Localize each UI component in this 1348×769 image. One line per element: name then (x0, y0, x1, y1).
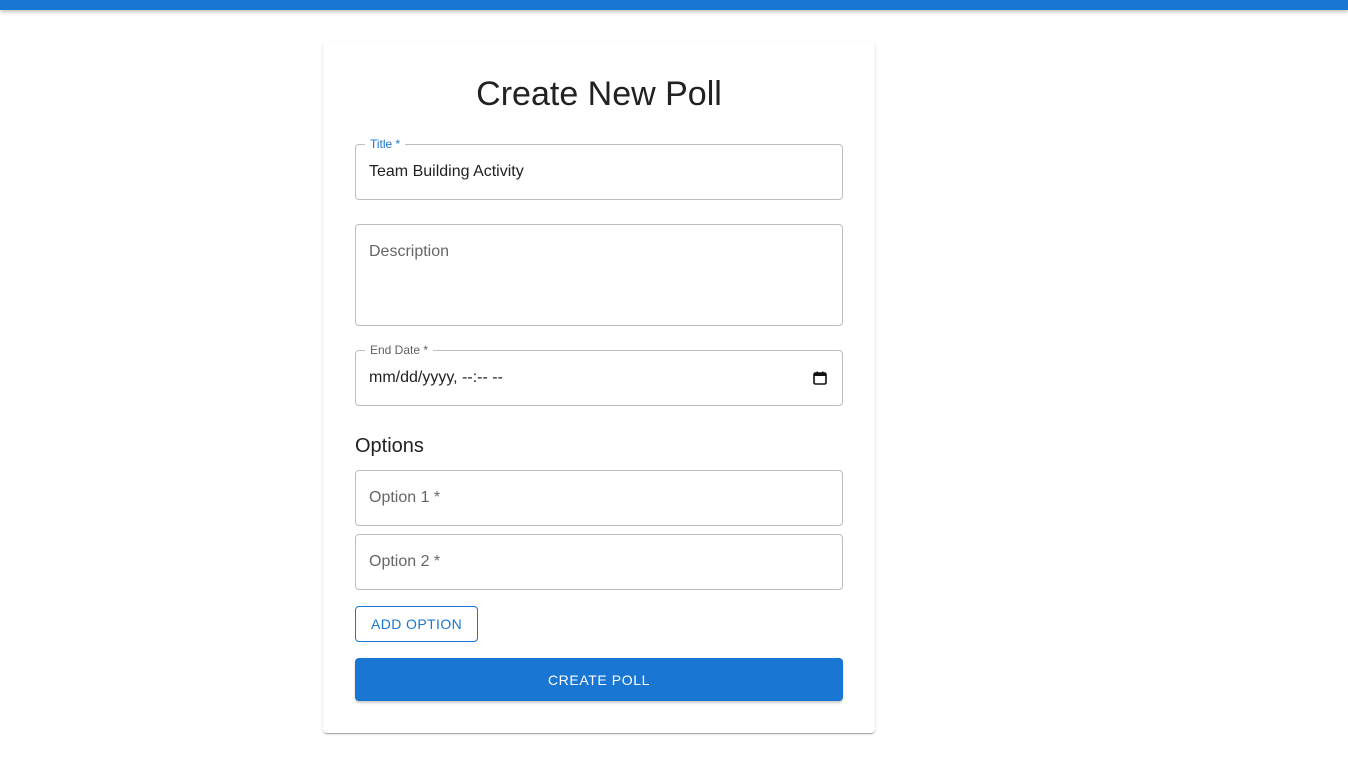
create-poll-card: Create New Poll Title * Team Building Ac… (323, 42, 875, 733)
option-2-placeholder: Option 2 * (369, 553, 441, 570)
end-date-field-value: mm/dd/yyyy, --:-- -- (369, 369, 503, 386)
options-heading: Options (355, 435, 424, 457)
option-2-field[interactable]: Option 2 * (355, 534, 843, 590)
app-bar (0, 0, 1348, 10)
description-placeholder: Description (369, 243, 450, 260)
title-field-label: Title * (365, 137, 406, 151)
option-1-field[interactable]: Option 1 * (355, 470, 843, 526)
add-option-button[interactable]: ADD OPTION (355, 606, 479, 642)
end-date-field[interactable]: End Date * mm/dd/yyyy, --:-- -- (355, 343, 843, 406)
title-field-value: Team Building Activity (369, 163, 524, 180)
create-poll-button[interactable]: CREATE POLL (355, 658, 843, 701)
option-1-placeholder: Option 1 * (369, 489, 441, 506)
title-field[interactable]: Title * Team Building Activity (355, 137, 843, 200)
page-title: Create New Poll (476, 75, 722, 113)
end-date-field-label: End Date * (365, 343, 434, 357)
calendar-icon[interactable] (813, 371, 827, 385)
description-field[interactable]: Description (355, 224, 843, 326)
